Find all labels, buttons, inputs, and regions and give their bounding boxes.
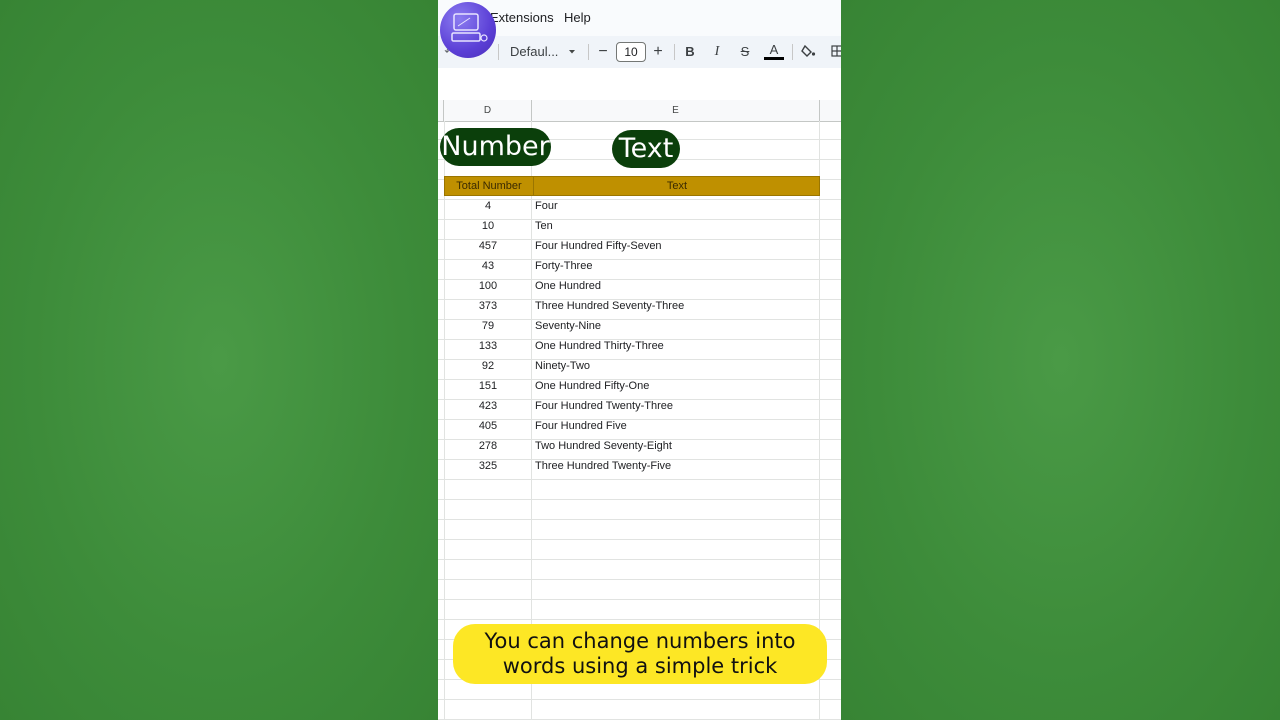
table-row: 79 Seventy-Nine	[444, 316, 820, 336]
grid-row-line	[438, 479, 841, 480]
column-header-row: D E	[438, 100, 841, 122]
table-row: 4 Four	[444, 196, 820, 216]
number-cell[interactable]: 278	[444, 436, 532, 456]
number-cell[interactable]: 405	[444, 416, 532, 436]
toolbar: ↶ Defaul... − 10 + B I S A	[438, 36, 841, 68]
number-cell[interactable]: 4	[444, 196, 532, 216]
table-row: 10 Ten	[444, 216, 820, 236]
font-family-select[interactable]: Defaul...	[510, 36, 560, 68]
text-cell[interactable]: Four Hundred Five	[534, 416, 821, 436]
text-color-indicator	[764, 57, 784, 60]
grid-row-line	[438, 579, 841, 580]
toolbar-divider	[498, 44, 499, 60]
number-cell[interactable]: 43	[444, 256, 532, 276]
column-header-e[interactable]: E	[532, 100, 820, 121]
fill-color-icon[interactable]	[800, 36, 818, 68]
decrease-font-size-button[interactable]: −	[596, 36, 610, 68]
grid-row-line	[438, 599, 841, 600]
number-cell[interactable]: 325	[444, 456, 532, 476]
toolbar-divider	[792, 44, 793, 60]
number-cell[interactable]: 151	[444, 376, 532, 396]
text-cell[interactable]: Three Hundred Twenty-Five	[534, 456, 821, 476]
text-cell[interactable]: Seventy-Nine	[534, 316, 821, 336]
number-cell[interactable]: 457	[444, 236, 532, 256]
formula-bar[interactable]	[438, 68, 841, 101]
number-cell[interactable]: 133	[444, 336, 532, 356]
bold-button[interactable]: B	[683, 36, 697, 68]
spreadsheet-window: Extensions Help ↶ Defaul... − 10 + B I S…	[438, 0, 841, 720]
text-cell[interactable]: One Hundred Fifty-One	[534, 376, 821, 396]
toolbar-divider	[588, 44, 589, 60]
column-header-d[interactable]: D	[444, 100, 532, 121]
background-left	[0, 0, 438, 720]
text-cell[interactable]: One Hundred	[534, 276, 821, 296]
number-cell[interactable]: 92	[444, 356, 532, 376]
table-row: 151 One Hundred Fifty-One	[444, 376, 820, 396]
menu-extensions[interactable]: Extensions	[490, 10, 554, 25]
italic-button[interactable]: I	[710, 36, 724, 68]
table-row: 92 Ninety-Two	[444, 356, 820, 376]
text-cell[interactable]: Two Hundred Seventy-Eight	[534, 436, 821, 456]
text-cell[interactable]: Four Hundred Twenty-Three	[534, 396, 821, 416]
header-text[interactable]: Text	[533, 177, 820, 195]
borders-icon[interactable]	[830, 36, 841, 68]
text-cell[interactable]: Ninety-Two	[534, 356, 821, 376]
background-right	[841, 0, 1280, 720]
table-row: 43 Forty-Three	[444, 256, 820, 276]
number-cell[interactable]: 373	[444, 296, 532, 316]
caption-line-1: You can change numbers into	[484, 629, 796, 653]
text-cell[interactable]: Four Hundred Fifty-Seven	[534, 236, 821, 256]
table-row: 405 Four Hundred Five	[444, 416, 820, 436]
text-cell[interactable]: One Hundred Thirty-Three	[534, 336, 821, 356]
chevron-down-icon[interactable]	[566, 36, 578, 68]
menu-bar: Extensions Help	[438, 0, 841, 36]
header-total-number[interactable]: Total Number	[445, 177, 533, 195]
grid-row-line	[438, 499, 841, 500]
grid-row-line	[438, 519, 841, 520]
table-row: 373 Three Hundred Seventy-Three	[444, 296, 820, 316]
number-cell[interactable]: 10	[444, 216, 532, 236]
caption-banner: You can change numbers into words using …	[453, 624, 827, 684]
table-row: 133 One Hundred Thirty-Three	[444, 336, 820, 356]
table-row: 423 Four Hundred Twenty-Three	[444, 396, 820, 416]
text-label-pill: Text	[612, 130, 680, 168]
number-label-pill: Number	[440, 128, 551, 166]
grid-row-line	[438, 559, 841, 560]
number-cell[interactable]: 100	[444, 276, 532, 296]
toolbar-divider	[674, 44, 675, 60]
text-color-button[interactable]: A	[766, 36, 782, 68]
computer-icon	[451, 13, 488, 42]
table-row: 457 Four Hundred Fifty-Seven	[444, 236, 820, 256]
text-cell[interactable]: Ten	[534, 216, 821, 236]
font-size-input[interactable]: 10	[616, 42, 646, 62]
menu-help[interactable]: Help	[564, 10, 591, 25]
channel-avatar	[440, 2, 496, 58]
grid-row-line	[438, 619, 841, 620]
strikethrough-button[interactable]: S	[737, 36, 753, 68]
text-cell[interactable]: Four	[534, 196, 821, 216]
table-row: 325 Three Hundred Twenty-Five	[444, 456, 820, 476]
number-cell[interactable]: 79	[444, 316, 532, 336]
table-row: 278 Two Hundred Seventy-Eight	[444, 436, 820, 456]
grid-row-line	[438, 539, 841, 540]
text-cell[interactable]: Three Hundred Seventy-Three	[534, 296, 821, 316]
caption-line-2: words using a simple trick	[502, 654, 778, 678]
table-header-row: Total Number Text	[444, 176, 820, 196]
increase-font-size-button[interactable]: +	[651, 36, 665, 68]
text-cell[interactable]: Forty-Three	[534, 256, 821, 276]
number-cell[interactable]: 423	[444, 396, 532, 416]
table-row: 100 One Hundred	[444, 276, 820, 296]
grid-row-line	[438, 699, 841, 700]
